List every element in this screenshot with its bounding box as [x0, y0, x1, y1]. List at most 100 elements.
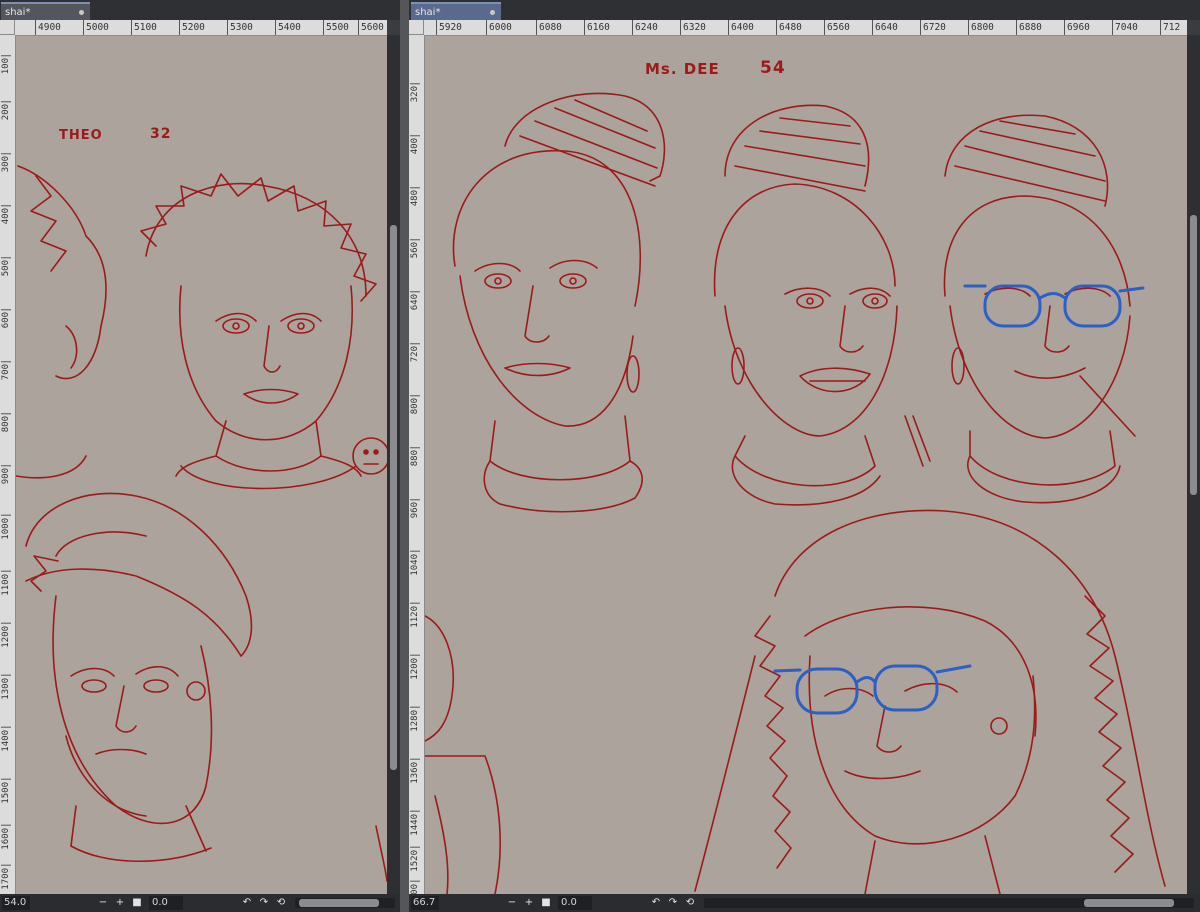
ruler-tick: 1500: [1, 779, 11, 804]
ruler-tick: 300: [1, 153, 11, 173]
ruler-tick: 4900: [35, 20, 61, 35]
ruler-tick: 6000: [486, 20, 512, 35]
ruler-tick: 100: [1, 55, 11, 75]
character-sketch-layer: [16, 165, 387, 882]
scrollbar-thumb[interactable]: [1190, 215, 1197, 495]
ruler-tick: 1440: [410, 811, 420, 836]
ruler-tick: 1400: [1, 727, 11, 752]
drawing-canvas[interactable]: Ms. DEE 54: [425, 36, 1187, 894]
tab-close-icon[interactable]: [79, 10, 84, 15]
ruler-tick: 960: [410, 499, 420, 519]
ruler-tick: 6560: [824, 20, 850, 35]
ruler-tick: 320: [410, 83, 420, 103]
ruler-tick: 6800: [968, 20, 994, 35]
ruler-tick: 5300: [227, 20, 253, 35]
ruler-tick: 1520: [410, 847, 420, 872]
scrollbar-thumb[interactable]: [1084, 899, 1174, 907]
drawing-canvas[interactable]: THEO 32: [16, 36, 387, 894]
ruler-tick: 6960: [1064, 20, 1090, 35]
rotation-angle-field[interactable]: 0.0: [149, 896, 183, 910]
tab-title: shai*: [415, 7, 441, 18]
ruler-tick: 5000: [83, 20, 109, 35]
status-bar: 54.0 − + ■ 0.0 ↶ ↷ ⟲: [0, 894, 400, 912]
canvas-window-right: shai* 5920 6000 6080 6160 6240 6320 6400…: [409, 0, 1200, 912]
tab-close-icon[interactable]: [490, 10, 495, 15]
reset-rotation-button[interactable]: ⟲: [683, 894, 697, 912]
pane-splitter[interactable]: [400, 0, 409, 912]
scrollbar-thumb[interactable]: [299, 899, 379, 907]
zoom-level-field[interactable]: 66.7: [411, 896, 439, 910]
ruler-tick: 1700: [1, 865, 11, 890]
ruler-tick: 1200: [410, 655, 420, 680]
zoom-in-button[interactable]: +: [522, 894, 536, 912]
ruler-tick: 1300: [1, 675, 11, 700]
ruler-tick: 5100: [131, 20, 157, 35]
tab-title: shai*: [5, 7, 31, 18]
rotate-right-button[interactable]: ↷: [257, 894, 271, 912]
vertical-ruler: 320 400 480 560 640 720 800 880 960 1040…: [409, 35, 425, 894]
ruler-tick: 5400: [275, 20, 301, 35]
ruler-tick: 880: [410, 447, 420, 467]
ruler-tick: 200: [1, 101, 11, 121]
ruler-tick: 5920: [436, 20, 462, 35]
fit-to-window-button[interactable]: ■: [539, 894, 553, 912]
rotate-left-button[interactable]: ↶: [240, 894, 254, 912]
ruler-tick: 900: [1, 465, 11, 485]
ruler-corner: [409, 20, 424, 35]
ruler-tick: 1040: [410, 551, 420, 576]
ruler-tick: 800: [410, 395, 420, 415]
zoom-level-field[interactable]: 54.0: [2, 896, 30, 910]
ruler-tick: 1100: [1, 571, 11, 596]
ruler-tick: 1360: [410, 759, 420, 784]
zoom-out-button[interactable]: −: [505, 894, 519, 912]
ruler-tick: 700: [1, 361, 11, 381]
ruler-tick: 5200: [179, 20, 205, 35]
scrollbar-thumb[interactable]: [390, 225, 397, 770]
ruler-tick: 5600: [358, 20, 384, 35]
ruler-tick: 1120: [410, 603, 420, 628]
horizontal-scrollbar[interactable]: [704, 898, 1194, 908]
horizontal-scrollbar[interactable]: [295, 898, 395, 908]
document-tab[interactable]: shai*: [411, 2, 501, 20]
ruler-tick: 6880: [1016, 20, 1042, 35]
ruler-tick: 1200: [1, 623, 11, 648]
status-bar: 66.7 − + ■ 0.0 ↶ ↷ ⟲: [409, 894, 1200, 912]
ruler-tick: 1600: [410, 881, 420, 894]
zoom-in-button[interactable]: +: [113, 894, 127, 912]
ruler-corner: [0, 20, 15, 35]
ruler-tick: 6480: [776, 20, 802, 35]
ruler-tick: 6720: [920, 20, 946, 35]
character-sketch-layer: [425, 92, 1166, 894]
rotate-left-button[interactable]: ↶: [649, 894, 663, 912]
tab-bar: shai*: [0, 0, 400, 20]
ruler-tick: 720: [410, 343, 420, 363]
tab-bar: shai*: [409, 0, 1200, 20]
ruler-tick: 6160: [584, 20, 610, 35]
horizontal-ruler: 4900 5000 5100 5200 5300 5400 5500 5600: [15, 20, 387, 36]
ruler-tick: 1600: [1, 825, 11, 850]
ruler-tick: 1000: [1, 515, 11, 540]
fit-to-window-button[interactable]: ■: [130, 894, 144, 912]
ruler-tick: 560: [410, 239, 420, 259]
ruler-tick: 6400: [728, 20, 754, 35]
canvas-window-left: shai* 4900 5000 5100 5200 5300 5400 5500…: [0, 0, 400, 912]
vertical-ruler: 100 200 300 400 500 600 700 800 900 1000…: [0, 35, 16, 894]
ruler-tick: 800: [1, 413, 11, 433]
rotate-right-button[interactable]: ↷: [666, 894, 680, 912]
vertical-scrollbar[interactable]: [1187, 35, 1200, 894]
horizontal-ruler: 5920 6000 6080 6160 6240 6320 6400 6480 …: [424, 20, 1187, 36]
zoom-out-button[interactable]: −: [96, 894, 110, 912]
ruler-tick: 400: [410, 135, 420, 155]
ruler-tick: 6640: [872, 20, 898, 35]
ruler-tick: 1280: [410, 707, 420, 732]
ruler-tick: 640: [410, 291, 420, 311]
ruler-tick: 7040: [1112, 20, 1138, 35]
reset-rotation-button[interactable]: ⟲: [274, 894, 288, 912]
vertical-scrollbar[interactable]: [387, 35, 400, 894]
ruler-tick: 500: [1, 257, 11, 277]
ruler-tick: 6240: [632, 20, 658, 35]
document-tab[interactable]: shai*: [1, 2, 90, 20]
ruler-tick: 480: [410, 187, 420, 207]
ruler-tick: 600: [1, 309, 11, 329]
rotation-angle-field[interactable]: 0.0: [558, 896, 592, 910]
